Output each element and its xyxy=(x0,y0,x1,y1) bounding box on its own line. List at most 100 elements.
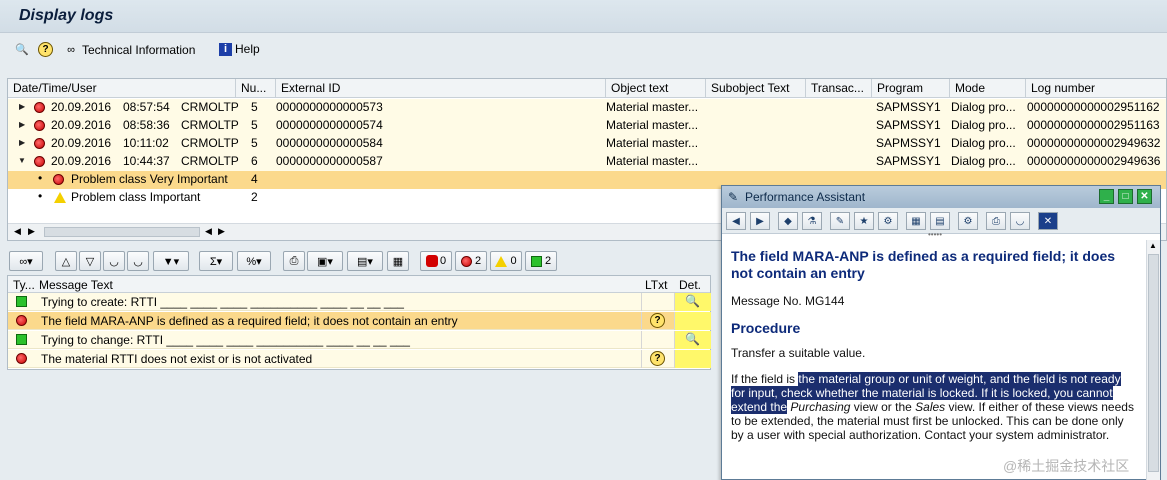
col-subobject-text[interactable]: Subobject Text xyxy=(706,79,806,98)
col-transaction[interactable]: Transac... xyxy=(806,79,872,98)
tree-row[interactable]: ▼ 20.09.2016 10:44:37 CRMOLTP 6 00000000… xyxy=(8,153,1166,171)
tree-row[interactable]: ▶ 20.09.2016 10:11:02 CRMOLTP 5 00000000… xyxy=(8,135,1166,153)
col-mode[interactable]: Mode xyxy=(950,79,1026,98)
export-icon: ▤▾ xyxy=(357,255,373,268)
collapse-icon[interactable]: ▼ xyxy=(18,156,26,165)
col-long-text[interactable]: LTxt xyxy=(645,278,667,292)
message-row[interactable]: The field MARA-ANP is defined as a requi… xyxy=(8,312,711,330)
close-button[interactable]: ✕ xyxy=(1137,189,1152,204)
error-filter-button[interactable]: 2 xyxy=(455,251,487,271)
assistant-title-bar[interactable]: ✎ Performance Assistant _ □ ✕ xyxy=(722,186,1160,208)
table-button[interactable]: ▦ xyxy=(906,212,926,230)
sort-ascending-button[interactable]: △ xyxy=(55,251,77,271)
question-icon[interactable]: ? xyxy=(650,313,665,328)
layout-button[interactable]: ▦ xyxy=(387,251,409,271)
view-button[interactable]: ▤ xyxy=(930,212,950,230)
forward-button[interactable]: ▶ xyxy=(750,212,770,230)
question-icon[interactable]: ? xyxy=(650,351,665,366)
col-object-text[interactable]: Object text xyxy=(606,79,706,98)
message-row[interactable]: Trying to change: RTTI ____ ____ ____ __… xyxy=(8,331,711,349)
warning-filter-button[interactable]: 0 xyxy=(490,251,522,271)
close-assistant-button[interactable]: ✕ xyxy=(1038,212,1058,230)
technical-info-label: Technical Information xyxy=(82,43,196,57)
message-row[interactable]: The material RTTI does not exist or is n… xyxy=(8,350,711,368)
scroll-left-icon[interactable]: ◀ xyxy=(14,226,21,237)
help-icon-button[interactable]: ? xyxy=(38,42,53,57)
tree-row[interactable]: ▶ 20.09.2016 08:57:54 CRMOLTP 5 00000000… xyxy=(8,99,1166,117)
tools-button[interactable]: ⚙ xyxy=(878,212,898,230)
scroll-right-icon-2[interactable]: ▶ xyxy=(218,226,225,237)
error-icon xyxy=(460,255,472,267)
find-button[interactable]: ◡ xyxy=(1010,212,1030,230)
technical-info-button[interactable]: ∞ Technical Information xyxy=(63,42,195,58)
subtotal-button[interactable]: %▾ xyxy=(237,251,271,271)
long-text-cell[interactable]: ? xyxy=(641,312,674,330)
message-text: Trying to change: RTTI ____ ____ ____ __… xyxy=(41,333,410,347)
col-details[interactable]: Det. xyxy=(679,278,701,292)
drag-handle[interactable]: ••••• xyxy=(928,230,942,239)
filter-button[interactable]: ▼▾ xyxy=(153,251,189,271)
detail-magnifier-icon[interactable]: 🔍 xyxy=(685,332,700,346)
long-text-cell[interactable]: ? xyxy=(641,350,674,368)
performance-assistant-window: ✎ Performance Assistant _ □ ✕ ◀ ▶ ◆ ⚗ ✎ … xyxy=(721,185,1161,480)
expand-icon[interactable]: ▶ xyxy=(19,138,25,147)
col-type[interactable]: Ty... xyxy=(13,278,35,292)
back-button[interactable]: ◀ xyxy=(726,212,746,230)
error-icon xyxy=(34,138,45,152)
details-menu-button[interactable]: ∞▾ xyxy=(9,251,43,271)
scroll-right-icon[interactable]: ▶ xyxy=(28,226,35,237)
export-button[interactable]: ▤▾ xyxy=(347,251,383,271)
print-button[interactable]: ⎙ xyxy=(283,251,305,271)
technical-info-button[interactable]: ⚗ xyxy=(802,212,822,230)
details-intro: If the field is xyxy=(731,372,799,386)
find-button[interactable]: ◡ xyxy=(103,251,125,271)
col-program[interactable]: Program xyxy=(872,79,950,98)
col-date-time-user[interactable]: Date/Time/User xyxy=(8,79,236,98)
tree-row[interactable]: ▶ 20.09.2016 08:58:36 CRMOLTP 5 00000000… xyxy=(8,117,1166,135)
scroll-thumb[interactable] xyxy=(1148,254,1159,472)
sort-descending-button[interactable]: ▽ xyxy=(79,251,101,271)
detail-button[interactable]: 🔍 xyxy=(14,42,30,58)
settings-button[interactable]: ⚙ xyxy=(958,212,978,230)
error-icon xyxy=(16,315,27,329)
col-log-number[interactable]: Log number xyxy=(1026,79,1167,98)
sum-button[interactable]: Σ▾ xyxy=(199,251,233,271)
expand-icon[interactable]: ▶ xyxy=(19,102,25,111)
details-cell[interactable]: 🔍 xyxy=(674,331,711,349)
help-button[interactable]: i Help xyxy=(219,42,260,56)
scroll-up-icon[interactable]: ▲ xyxy=(1149,241,1157,250)
details-cell[interactable]: 🔍 xyxy=(674,293,711,311)
edit-button[interactable]: ✎ xyxy=(830,212,850,230)
error-count: 2 xyxy=(474,255,482,267)
scroll-thumb[interactable] xyxy=(44,227,200,237)
tree-bullet: • xyxy=(38,171,43,185)
detail-magnifier-icon[interactable]: 🔍 xyxy=(685,294,700,308)
child-number: 2 xyxy=(251,190,258,204)
row-mode: Dialog pro... xyxy=(951,154,1016,168)
row-object-text: Material master... xyxy=(606,100,699,114)
message-row[interactable]: Trying to create: RTTI ____ ____ ____ __… xyxy=(8,293,711,311)
print-button[interactable]: ⎙ xyxy=(986,212,1006,230)
maximize-button[interactable]: □ xyxy=(1118,189,1133,204)
glossary-button[interactable]: ★ xyxy=(854,212,874,230)
col-message-text[interactable]: Message Text xyxy=(39,278,113,292)
assistant-scrollbar[interactable]: ▲ xyxy=(1146,240,1160,480)
view-icon: ▣▾ xyxy=(317,255,333,268)
scroll-left-icon-2[interactable]: ◀ xyxy=(205,226,212,237)
view-button[interactable]: ▣▾ xyxy=(307,251,343,271)
success-filter-button[interactable]: 2 xyxy=(525,251,557,271)
minimize-button[interactable]: _ xyxy=(1099,189,1114,204)
row-date: 20.09.2016 xyxy=(51,136,112,150)
expand-icon[interactable]: ▶ xyxy=(19,120,25,129)
procedure-text: Transfer a suitable value. xyxy=(731,346,866,360)
bookmark-button[interactable]: ◆ xyxy=(778,212,798,230)
row-mode: Dialog pro... xyxy=(951,136,1016,150)
find-next-button[interactable]: ◡ xyxy=(127,251,149,271)
col-external-id[interactable]: External ID xyxy=(276,79,606,98)
procedure-heading: Procedure xyxy=(731,320,801,336)
col-number[interactable]: Nu... xyxy=(236,79,276,98)
message-text: Trying to create: RTTI ____ ____ ____ __… xyxy=(41,295,404,309)
error-icon xyxy=(34,120,45,134)
warning-icon xyxy=(54,192,66,206)
stop-filter-button[interactable]: 0 xyxy=(420,251,452,271)
